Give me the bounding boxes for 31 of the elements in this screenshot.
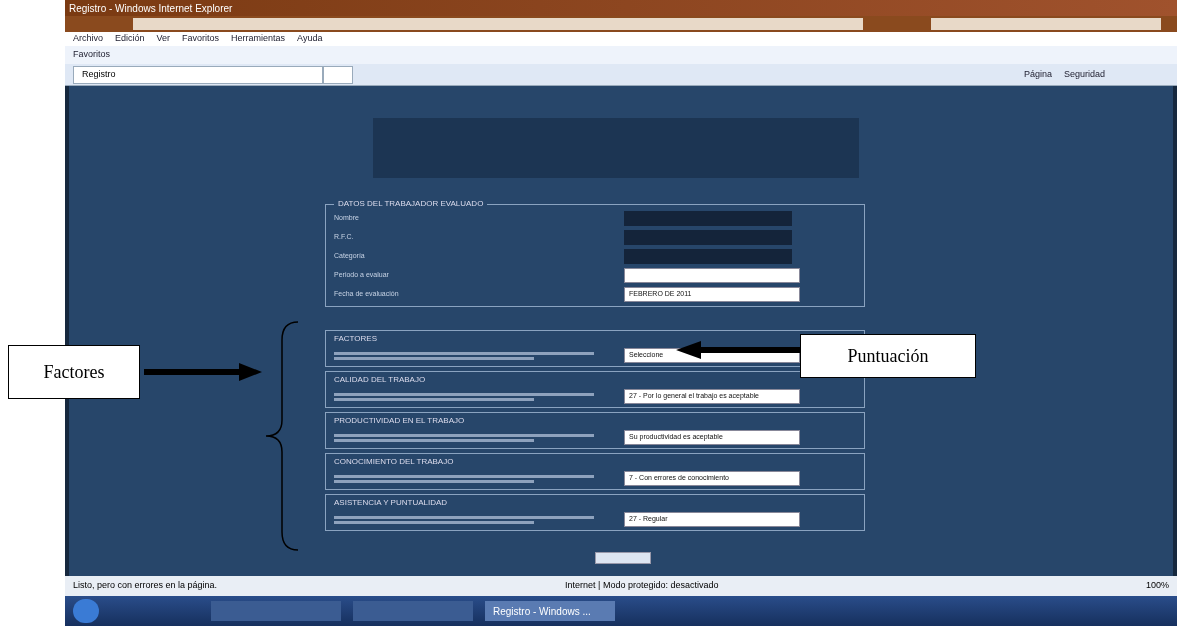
security-zone: Internet | Modo protegido: desactivado xyxy=(565,579,719,593)
menu-item[interactable]: Edición xyxy=(115,32,145,46)
browser-tab[interactable]: Registro xyxy=(73,65,323,84)
factor-title: ASISTENCIA Y PUNTUALIDAD xyxy=(334,497,449,509)
toolbar-menu-button[interactable]: Página xyxy=(1023,67,1052,82)
menu-item[interactable]: Favoritos xyxy=(182,32,220,46)
search-field[interactable] xyxy=(931,18,1161,30)
favorites-button[interactable]: Favoritos xyxy=(73,48,110,62)
menu-item[interactable]: Ayuda xyxy=(297,32,323,46)
status-message: Listo, pero con errores en la página. xyxy=(73,579,218,593)
zoom-level[interactable]: 100% xyxy=(1145,579,1169,593)
dropdown[interactable] xyxy=(624,267,800,283)
start-button[interactable] xyxy=(73,599,99,623)
window-title: Registro - Windows Internet Explorer xyxy=(69,1,233,16)
arrow-icon xyxy=(144,362,264,382)
callout-box: Factores xyxy=(8,345,140,399)
menu-item[interactable]: Ver xyxy=(156,32,171,46)
factor-title: PRODUCTIVIDAD EN EL TRABAJO xyxy=(334,415,466,427)
menu-item[interactable]: Archivo xyxy=(73,32,103,46)
factor-title: CALIDAD DEL TRABAJO xyxy=(334,374,427,386)
section-legend: DATOS DEL TRABAJADOR EVALUADO xyxy=(334,198,488,210)
address-field[interactable] xyxy=(133,18,863,30)
save-button[interactable] xyxy=(595,552,651,564)
arrow-icon xyxy=(676,340,802,360)
callout-box: Puntuación xyxy=(800,334,976,378)
factor-title: FACTORES xyxy=(334,333,378,345)
factor-title: CONOCIMIENTO DEL TRABAJO xyxy=(334,456,455,468)
toolbar-menu-button[interactable]: Seguridad xyxy=(1063,67,1105,82)
menu-item[interactable]: Herramientas xyxy=(231,32,286,46)
new-tab-button[interactable] xyxy=(323,65,353,84)
taskbar-item[interactable]: Registro - Windows ... xyxy=(485,601,615,621)
